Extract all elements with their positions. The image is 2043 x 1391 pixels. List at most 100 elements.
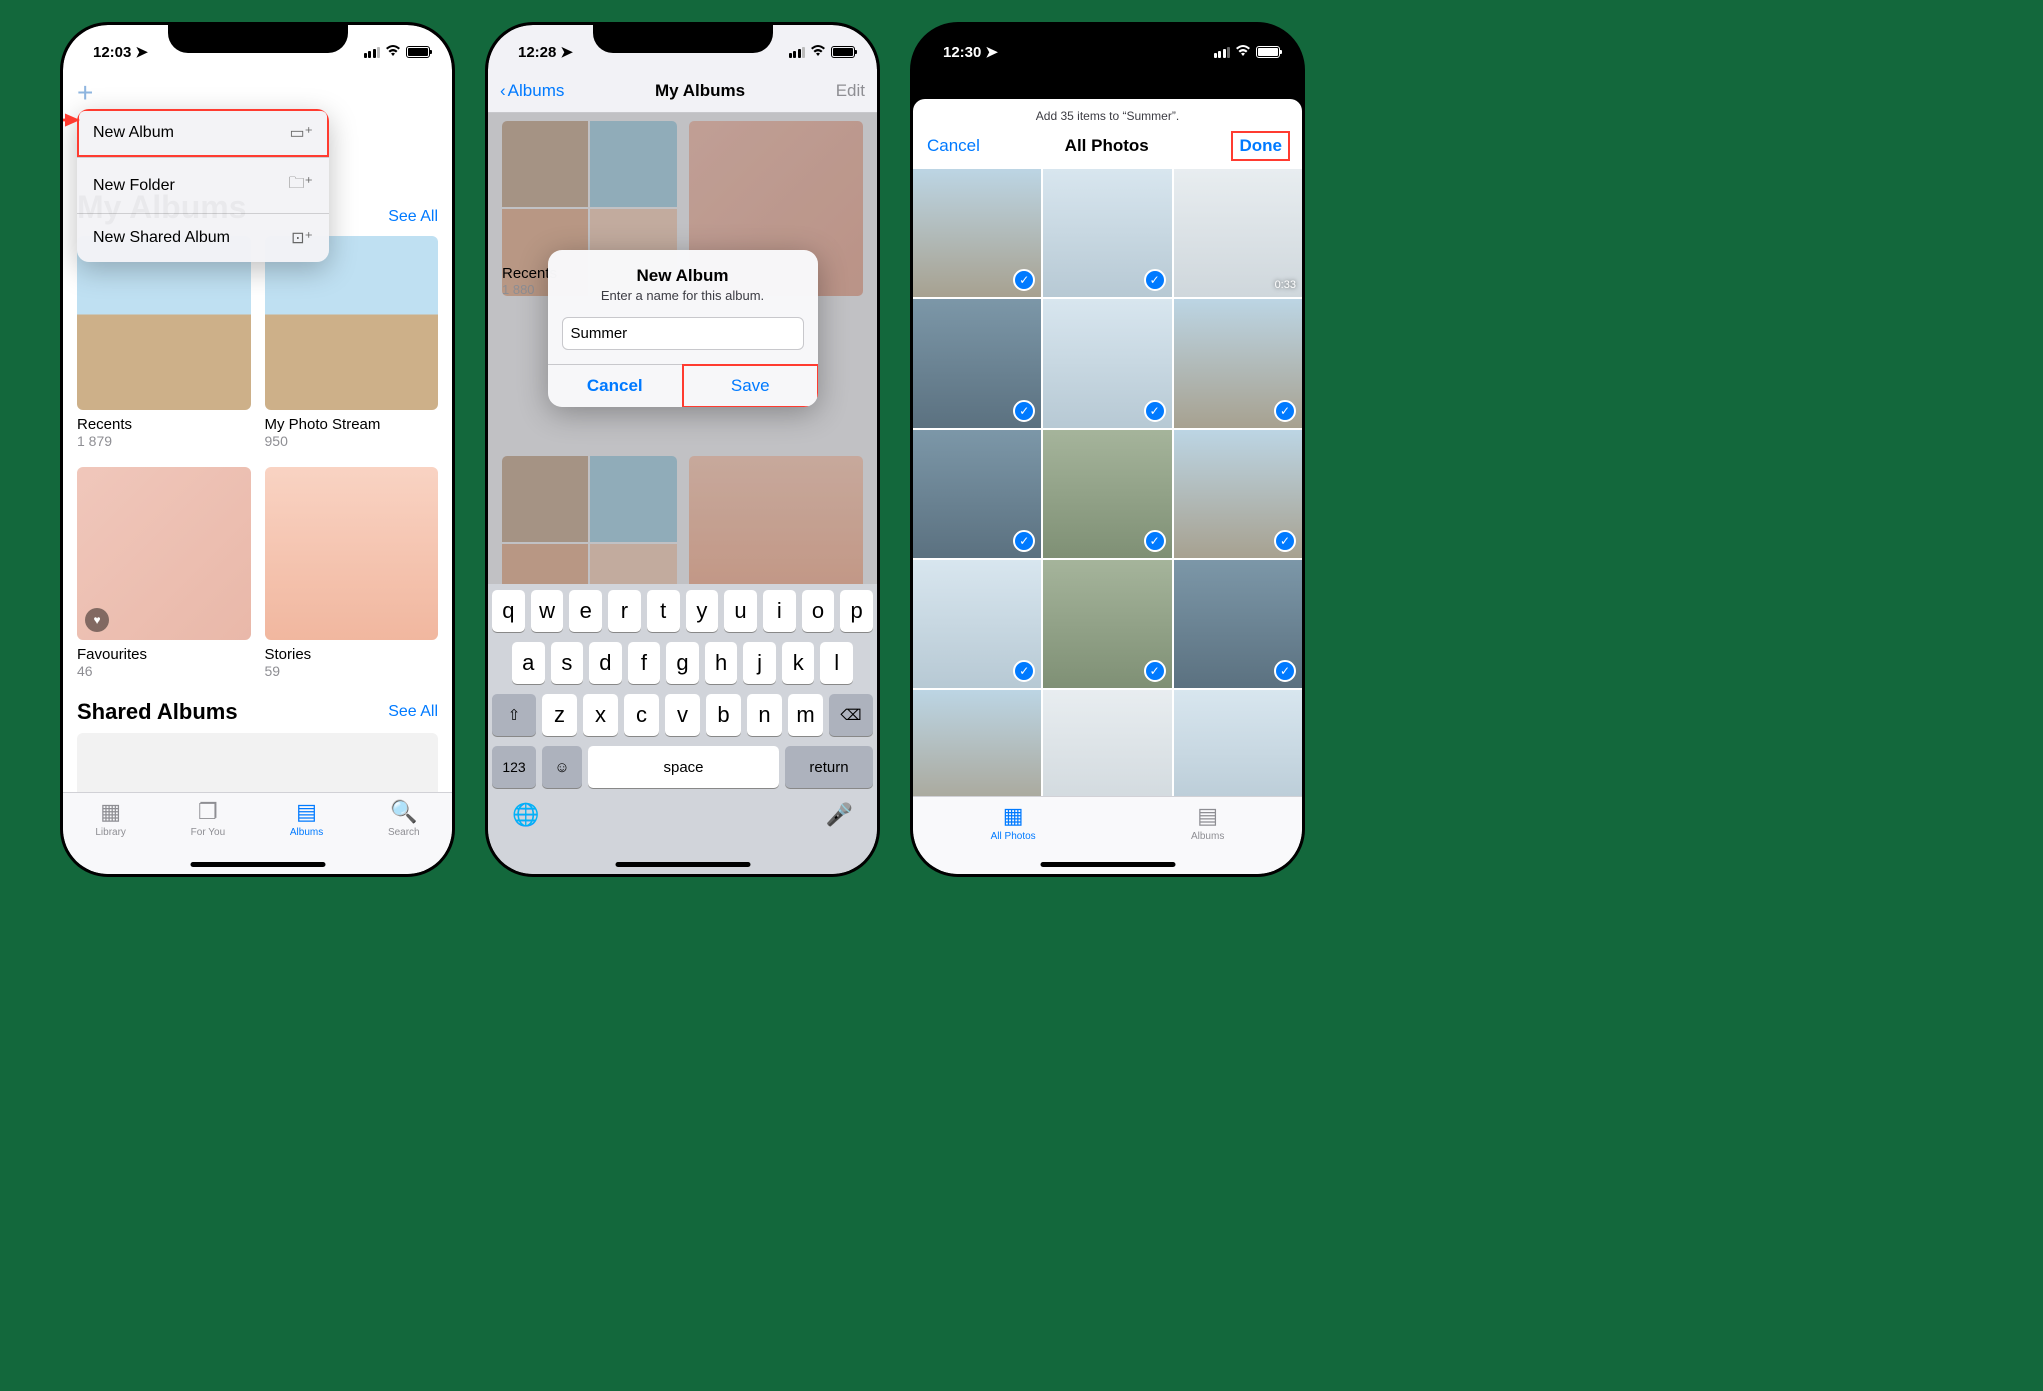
album-recents[interactable]: Recents 1 879 (77, 236, 251, 449)
key-i[interactable]: i (763, 590, 796, 632)
photo-cell[interactable]: ✓ (1174, 560, 1302, 688)
photo-cell[interactable]: ✓ (1043, 299, 1171, 427)
cancel-button[interactable]: Cancel (927, 136, 980, 156)
photo-cell[interactable]: ✓ (913, 560, 1041, 688)
notch (168, 25, 348, 53)
key-j[interactable]: j (743, 642, 776, 684)
menu-new-album[interactable]: New Album ▭⁺ (77, 109, 329, 158)
tab-all-photos[interactable]: ▦ All Photos (991, 803, 1036, 874)
shift-key[interactable]: ⇧ (492, 694, 536, 736)
tab-label: For You (191, 827, 225, 838)
done-button[interactable]: Done (1233, 133, 1288, 159)
location-services-icon: ➤ (560, 43, 573, 61)
globe-icon[interactable]: 🌐 (512, 802, 539, 828)
key-e[interactable]: e (569, 590, 602, 632)
shared-albums-title: Shared Albums (77, 699, 238, 725)
photo-picker-sheet: Add 35 items to “Summer”. Cancel All Pho… (913, 99, 1302, 874)
tab-albums[interactable]: ▤ Albums (1191, 803, 1224, 874)
key-b[interactable]: b (706, 694, 741, 736)
album-count: 59 (265, 663, 439, 679)
album-stories[interactable]: Stories 59 (265, 467, 439, 680)
photo-cell[interactable]: ✓ (1043, 560, 1171, 688)
see-all-link[interactable]: See All (388, 703, 438, 721)
key-l[interactable]: l (820, 642, 853, 684)
key-o[interactable]: o (802, 590, 835, 632)
back-button[interactable]: ‹ Albums (500, 81, 564, 101)
see-all-link[interactable]: See All (388, 208, 438, 226)
photo-cell[interactable]: ✓ (913, 430, 1041, 558)
menu-label: New Shared Album (93, 229, 230, 247)
key-h[interactable]: h (705, 642, 738, 684)
key-s[interactable]: s (551, 642, 584, 684)
key-d[interactable]: d (589, 642, 622, 684)
key-r[interactable]: r (608, 590, 641, 632)
photo-cell[interactable]: ✓ (913, 169, 1041, 297)
new-album-alert: New Album Enter a name for this album. C… (548, 250, 818, 407)
key-z[interactable]: z (542, 694, 577, 736)
key-t[interactable]: t (647, 590, 680, 632)
save-button[interactable]: Save (683, 365, 818, 407)
photo-cell[interactable]: 0:33 (1174, 169, 1302, 297)
key-p[interactable]: p (840, 590, 873, 632)
home-indicator[interactable] (615, 862, 750, 867)
tab-label: Library (95, 827, 126, 838)
album-name: Recents (77, 416, 251, 433)
emoji-key[interactable]: ☺ (542, 746, 582, 788)
key-x[interactable]: x (583, 694, 618, 736)
notch (1018, 25, 1198, 53)
key-n[interactable]: n (747, 694, 782, 736)
selected-check-icon: ✓ (1013, 269, 1035, 291)
photo-cell[interactable]: ✓ (1043, 169, 1171, 297)
tab-search[interactable]: 🔍 Search (388, 799, 420, 874)
key-w[interactable]: w (531, 590, 564, 632)
album-name: My Photo Stream (265, 416, 439, 433)
key-v[interactable]: v (665, 694, 700, 736)
library-icon: ▦ (100, 799, 121, 825)
album-count: 950 (265, 433, 439, 449)
return-key[interactable]: return (785, 746, 873, 788)
edit-button[interactable]: Edit (836, 81, 865, 101)
key-g[interactable]: g (666, 642, 699, 684)
album-name: Favourites (77, 646, 251, 663)
clock: 12:30 (943, 44, 981, 61)
selected-check-icon: ✓ (1274, 530, 1296, 552)
key-m[interactable]: m (788, 694, 823, 736)
battery-icon (406, 46, 430, 58)
key-c[interactable]: c (624, 694, 659, 736)
album-favourites[interactable]: ♥ Favourites 46 (77, 467, 251, 680)
photo-cell[interactable] (1043, 690, 1171, 796)
photo-cell[interactable] (1174, 690, 1302, 796)
key-u[interactable]: u (724, 590, 757, 632)
cancel-button[interactable]: Cancel (548, 365, 684, 407)
photo-cell[interactable]: ✓ (1174, 430, 1302, 558)
menu-label: New Album (93, 124, 174, 142)
menu-new-folder[interactable]: New Folder 🗀⁺ (77, 158, 329, 214)
shared-album-icon: ⊡⁺ (291, 228, 313, 248)
photo-cell[interactable]: ✓ (913, 299, 1041, 427)
selected-check-icon: ✓ (1144, 660, 1166, 682)
key-y[interactable]: y (686, 590, 719, 632)
photo-grid[interactable]: ✓ ✓ 0:33 ✓ ✓ ✓ ✓ ✓ ✓ ✓ ✓ ✓ (913, 169, 1302, 796)
key-k[interactable]: k (782, 642, 815, 684)
menu-new-shared-album[interactable]: New Shared Album ⊡⁺ (77, 214, 329, 262)
album-name-input[interactable] (562, 317, 804, 350)
tab-label: Albums (1191, 831, 1224, 842)
add-button[interactable]: + (77, 77, 93, 109)
photo-cell[interactable] (913, 690, 1041, 796)
selected-check-icon: ✓ (1144, 530, 1166, 552)
number-key[interactable]: 123 (492, 746, 536, 788)
wifi-icon (385, 44, 401, 61)
tab-library[interactable]: ▦ Library (95, 799, 126, 874)
space-key[interactable]: space (588, 746, 779, 788)
home-indicator[interactable] (1040, 862, 1175, 867)
album-my-photo-stream[interactable]: My Photo Stream 950 (265, 236, 439, 449)
photo-cell[interactable]: ✓ (1043, 430, 1171, 558)
mic-icon[interactable]: 🎤 (826, 802, 853, 828)
key-f[interactable]: f (628, 642, 661, 684)
photo-cell[interactable]: ✓ (1174, 299, 1302, 427)
key-a[interactable]: a (512, 642, 545, 684)
cellular-signal-icon (1214, 47, 1231, 58)
home-indicator[interactable] (190, 862, 325, 867)
key-q[interactable]: q (492, 590, 525, 632)
backspace-key[interactable]: ⌫ (829, 694, 873, 736)
